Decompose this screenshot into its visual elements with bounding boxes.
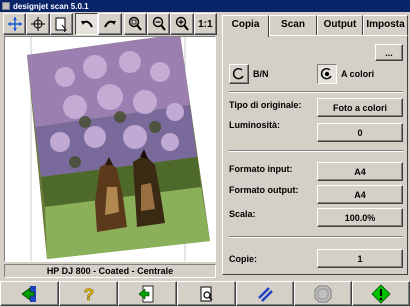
color-mode-radio[interactable] — [317, 64, 337, 84]
window-title: designjet scan 5.0.1 — [13, 1, 89, 11]
select-cross-icon — [30, 17, 45, 31]
print-preview-icon — [200, 286, 213, 301]
copies-button[interactable]: 1 — [317, 249, 403, 268]
tab-imposta-label: Imposta — [366, 19, 405, 30]
zoom-out-icon — [152, 16, 166, 31]
start-copy-icon — [371, 283, 391, 304]
print-preview-button[interactable] — [177, 281, 236, 306]
exit-door-icon — [20, 285, 36, 302]
help-question-icon: ? — [83, 284, 94, 304]
copies-value: 1 — [357, 253, 363, 264]
stop-button[interactable] — [294, 281, 352, 306]
zoom-fit-button[interactable] — [123, 13, 147, 35]
input-size-label: Formato input: — [229, 164, 293, 174]
title-bar: designjet scan 5.0.1 — [0, 0, 410, 12]
original-type-label: Tipo di originale: — [229, 100, 302, 110]
rotate-right-icon — [104, 20, 116, 28]
svg-text:?: ? — [83, 285, 93, 304]
start-copy-button[interactable] — [352, 281, 410, 306]
zoom-actual-button[interactable]: 1:1 — [193, 13, 217, 35]
section-divider — [229, 91, 403, 93]
bw-mode-radio[interactable] — [229, 64, 249, 84]
scale-button[interactable]: 100.0% — [317, 208, 403, 227]
tab-imposta[interactable]: Imposta — [363, 15, 408, 35]
cancel-slash-icon — [258, 286, 273, 302]
tab-scan[interactable]: Scan — [269, 15, 317, 35]
tab-scan-label: Scan — [281, 19, 305, 30]
move-cross-icon — [7, 17, 22, 31]
preview-canvas — [5, 34, 215, 261]
original-type-value: Foto a colori — [333, 102, 387, 113]
tab-copia[interactable]: Copia — [222, 15, 269, 37]
cancel-button[interactable] — [236, 281, 294, 306]
exit-button[interactable] — [0, 281, 59, 306]
section-divider — [229, 236, 403, 238]
zoom-out-button[interactable] — [146, 13, 171, 35]
radio-empty-icon — [232, 67, 244, 80]
page-select-icon — [55, 17, 68, 32]
output-size-label: Formato output: — [229, 185, 299, 195]
radio-selected-icon — [320, 67, 332, 80]
copy-panel: ... B/N A colori Tipo di originale: Foto… — [222, 35, 408, 275]
preview-scan-button[interactable] — [118, 281, 177, 306]
output-size-value: A4 — [354, 189, 366, 200]
move-tool-button[interactable] — [3, 13, 27, 35]
rotate-left-icon — [80, 20, 93, 28]
copies-label: Copie: — [229, 254, 257, 264]
section-divider — [229, 150, 403, 152]
rotate-right-button[interactable] — [98, 13, 122, 35]
select-area-button[interactable] — [26, 13, 50, 35]
tab-output-label: Output — [323, 19, 357, 30]
rotate-left-button[interactable] — [74, 13, 99, 35]
input-size-button[interactable]: A4 — [317, 162, 403, 181]
bw-mode-label: B/N — [253, 69, 269, 79]
zoom-in-icon — [175, 16, 189, 31]
device-status: HP DJ 800 - Coated - Centrale — [4, 264, 216, 278]
scanned-photo — [27, 34, 210, 259]
brightness-button[interactable]: 0 — [317, 123, 403, 142]
brightness-label: Luminosità: — [229, 120, 280, 130]
stop-icon — [314, 285, 332, 302]
tab-copia-label: Copia — [231, 19, 260, 30]
tab-bar: Copia Scan Output Imposta — [222, 15, 408, 37]
scale-label: Scala: — [229, 209, 256, 219]
more-options-label: ... — [385, 47, 393, 58]
output-size-button[interactable]: A4 — [317, 185, 403, 204]
page-arrow-icon — [138, 285, 153, 302]
help-button[interactable]: ? — [59, 281, 118, 306]
more-options-button[interactable]: ... — [375, 44, 403, 61]
input-size-value: A4 — [354, 166, 366, 177]
preview-toolbar: 1:1 — [3, 13, 217, 35]
scale-value: 100.0% — [344, 212, 376, 223]
zoom-fit-icon — [129, 16, 143, 31]
bottom-action-bar: ? — [0, 280, 410, 307]
brightness-value: 0 — [357, 127, 363, 138]
zoom-actual-label: 1:1 — [198, 18, 213, 30]
app-icon — [2, 2, 10, 10]
original-type-button[interactable]: Foto a colori — [317, 98, 403, 117]
scan-preview[interactable] — [4, 34, 216, 262]
zoom-in-button[interactable] — [170, 13, 194, 35]
page-select-button[interactable] — [49, 13, 73, 35]
tab-output[interactable]: Output — [317, 15, 363, 35]
color-mode-label: A colori — [341, 69, 375, 79]
